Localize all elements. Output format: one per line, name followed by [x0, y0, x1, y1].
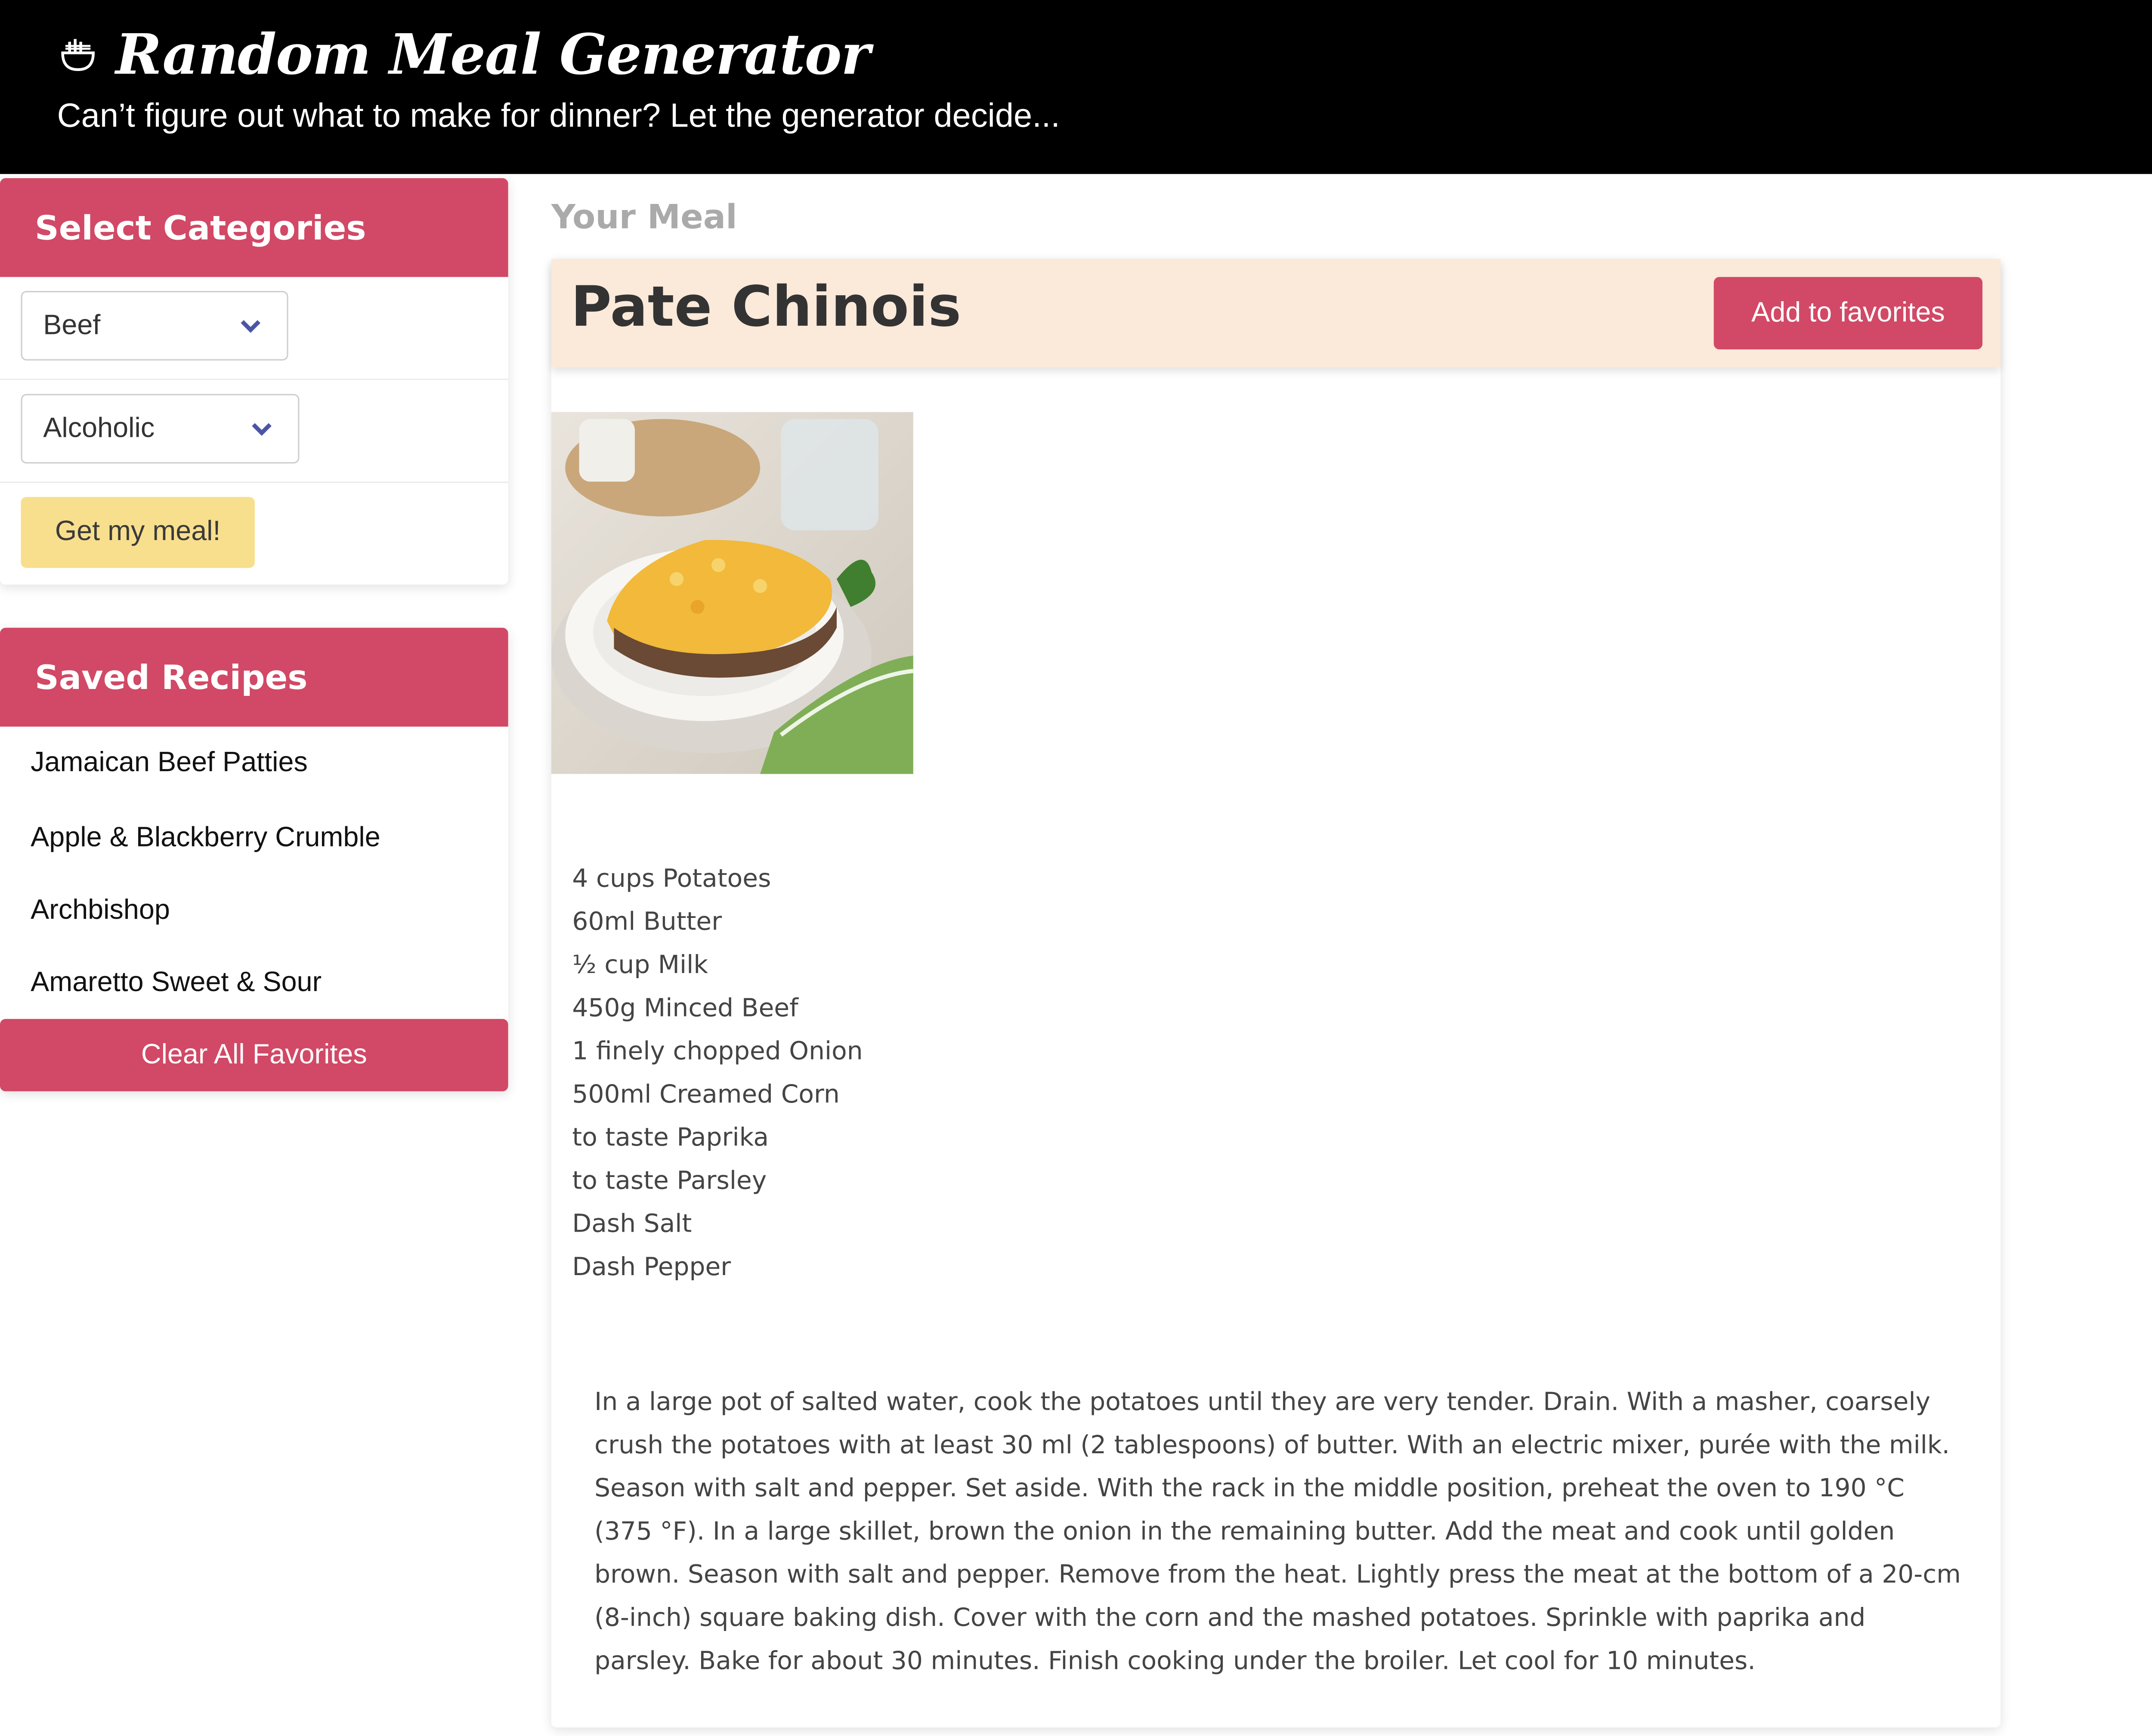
saved-recipes-heading: Saved Recipes — [0, 627, 508, 727]
ingredient-item: 450g Minced Beef — [572, 994, 798, 1023]
ingredient-item: to taste Paprika — [572, 1123, 769, 1153]
ingredients-list: 4 cups Potatoes 60ml Butter ½ cup Milk 4… — [572, 858, 863, 1289]
ingredient-item: Dash Salt — [572, 1209, 692, 1239]
meal-photo — [551, 412, 913, 774]
saved-recipes-list: Jamaican Beef Patties Apple & Blackberry… — [0, 726, 508, 1019]
categories-heading: Select Categories — [0, 178, 508, 277]
chevron-down-icon — [241, 320, 261, 333]
meal-instructions: In a large pot of salted water, cook the… — [594, 1387, 1961, 1676]
app-header: Random Meal Generator Can’t figure out w… — [0, 0, 2152, 174]
meal-category-value: Beef — [43, 309, 101, 340]
meal-header: Pate Chinois Add to favorites — [551, 259, 2001, 368]
drink-category-value: Alcoholic — [43, 413, 155, 444]
meal-name: Pate Chinois — [571, 275, 962, 340]
categories-panel: Select Categories Beef Alcoholic Get my … — [0, 178, 508, 585]
drink-category-select[interactable]: Alcoholic — [21, 394, 300, 464]
add-to-favorites-button[interactable]: Add to favorites — [1713, 277, 1983, 349]
saved-recipe-item[interactable]: Archbishop — [0, 874, 508, 946]
ingredient-item: ½ cup Milk — [572, 951, 708, 980]
ingredient-item: 60ml Butter — [572, 907, 722, 937]
saved-recipe-item[interactable]: Apple & Blackberry Crumble — [0, 802, 508, 874]
saved-recipes-panel: Saved Recipes Jamaican Beef Patties Appl… — [0, 627, 508, 1091]
app-subtitle: Can’t figure out what to make for dinner… — [57, 97, 1060, 135]
clear-favorites-button[interactable]: Clear All Favorites — [0, 1019, 508, 1091]
ingredient-item: 500ml Creamed Corn — [572, 1080, 840, 1109]
get-meal-button[interactable]: Get my meal! — [21, 497, 255, 568]
ingredient-item: to taste Parsley — [572, 1166, 767, 1196]
saved-recipe-item[interactable]: Jamaican Beef Patties — [0, 726, 508, 802]
ingredient-item: Dash Pepper — [572, 1253, 731, 1282]
ingredient-item: 1 finely chopped Onion — [572, 1037, 863, 1066]
ingredient-item: 4 cups Potatoes — [572, 864, 771, 894]
meal-section: Your Meal Pate Chinois Add to favorites — [551, 195, 2001, 1728]
saved-recipe-item[interactable]: Amaretto Sweet & Sour — [0, 947, 508, 1019]
bowl-icon — [57, 35, 99, 77]
chevron-down-icon — [252, 423, 272, 436]
your-meal-label: Your Meal — [551, 198, 737, 237]
meal-card: Pate Chinois Add to favorites 4 cups Pot… — [551, 259, 2001, 1728]
app-title: Random Meal Generator — [115, 22, 870, 88]
meal-category-select[interactable]: Beef — [21, 291, 288, 361]
